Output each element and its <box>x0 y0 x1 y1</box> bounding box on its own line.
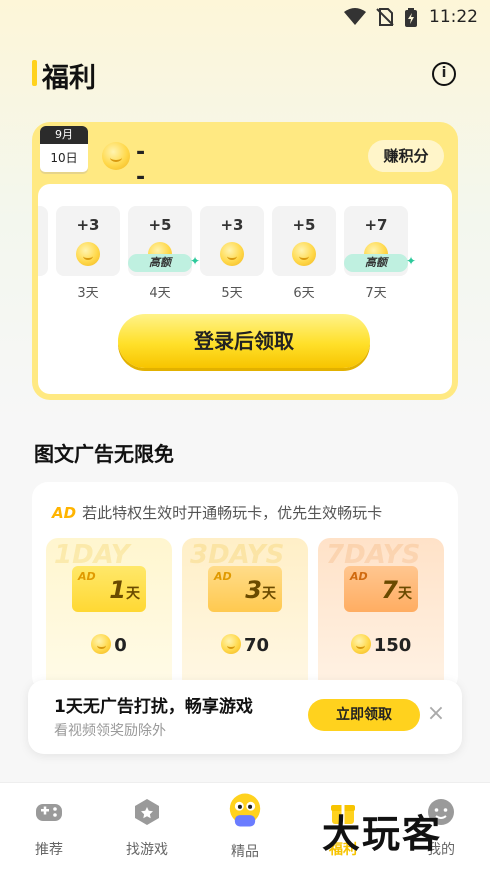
game-search-icon <box>135 799 159 825</box>
coin-icon <box>220 242 244 266</box>
claim-now-button[interactable]: 立即领取 <box>308 699 420 731</box>
ticket-ad-label: AD <box>214 570 232 583</box>
tab-find-games[interactable]: 找游戏 <box>107 797 187 859</box>
coin-icon <box>91 634 112 654</box>
watermark-logo: 大玩客 <box>322 812 443 856</box>
day-reward: +5 <box>292 216 316 234</box>
coin-icon <box>292 242 316 266</box>
calendar-day: 10日 <box>40 144 88 172</box>
signin-days: +2 2天 +3 3天 +5 高额 4天 +3 5天 +5 6天 +7 高额 7天 <box>38 206 452 306</box>
earn-points-button[interactable]: 赚积分 <box>368 140 444 172</box>
pass-unit: 天 <box>262 586 276 602</box>
ticket-ad-label: AD <box>78 570 96 583</box>
title-accent-bar <box>32 60 37 86</box>
calendar-month: 9月 <box>40 126 88 144</box>
day-label: 3天 <box>77 286 99 301</box>
day-label: 4天 <box>149 286 171 301</box>
coin-icon <box>76 242 100 266</box>
ad-ticket-icon: AD 1天 <box>72 566 146 612</box>
points-display: -- <box>102 140 145 190</box>
status-bar: 11:22 <box>0 0 490 34</box>
ad-ticket-icon: AD 3天 <box>208 566 282 612</box>
coin-icon <box>220 634 241 654</box>
pass-cost: 150 <box>318 634 444 656</box>
status-time: 11:22 <box>429 7 478 27</box>
ad-free-card: AD 若此特权生效时开通畅玩卡，优先生效畅玩卡 1DAY AD 1天 0 3DAY… <box>32 482 458 692</box>
page-header: 福利 i <box>32 56 462 94</box>
info-icon[interactable]: i <box>432 62 456 86</box>
close-icon[interactable]: × <box>424 702 448 726</box>
pass-cost: 0 <box>46 634 172 656</box>
day-label: 7天 <box>365 286 387 301</box>
high-reward-badge: 高额 <box>128 252 200 272</box>
gamepad-icon <box>36 804 62 821</box>
no-sim-icon <box>376 8 394 26</box>
pass-7-days[interactable]: 7DAYS AD 7天 150 <box>318 538 444 692</box>
day-label: 6天 <box>293 286 315 301</box>
calendar-icon: 9月 10日 <box>40 126 88 176</box>
ticket-ad-label: AD <box>350 570 368 583</box>
pass-duration: 3 <box>245 576 262 604</box>
ad-ticket-icon: AD 7天 <box>344 566 418 612</box>
page-title: 福利 <box>42 63 96 94</box>
mascot-icon <box>229 793 261 827</box>
signin-panel: +2 2天 +3 3天 +5 高额 4天 +3 5天 +5 6天 +7 高额 7天 <box>38 184 452 394</box>
day-reward: +3 <box>76 216 100 234</box>
promo-banner: 1天无广告打扰，畅享游戏 看视频领奖励除外 立即领取 × <box>28 680 462 754</box>
points-value: -- <box>136 140 146 190</box>
pass-unit: 天 <box>398 586 412 602</box>
tab-label: 推荐 <box>35 842 63 858</box>
tab-label: 精品 <box>231 844 259 860</box>
day-reward: +5 <box>148 216 172 234</box>
coin-icon <box>350 634 371 654</box>
signin-day: +7 高额 7天 <box>344 206 416 301</box>
day-reward: +3 <box>220 216 244 234</box>
bottom-tab-bar: 推荐 找游戏 精品 福利 我的 大玩客 <box>0 782 490 872</box>
battery-charging-icon <box>405 8 417 27</box>
pass-cost-value: 0 <box>114 635 127 656</box>
tab-label: 找游戏 <box>126 842 168 858</box>
pass-unit: 天 <box>126 586 140 602</box>
day-label: 2天 <box>38 282 48 301</box>
ad-note-text: 若此特权生效时开通畅玩卡，优先生效畅玩卡 <box>82 504 383 522</box>
ad-badge-icon: AD <box>52 504 77 522</box>
signin-day: +3 3天 <box>56 206 120 301</box>
signin-day: +3 5天 <box>200 206 264 301</box>
pass-duration: 1 <box>109 576 126 604</box>
signin-day: +5 6天 <box>272 206 336 301</box>
pass-1-day[interactable]: 1DAY AD 1天 0 <box>46 538 172 692</box>
ad-note: AD 若此特权生效时开通畅玩卡，优先生效畅玩卡 <box>52 502 382 523</box>
wifi-icon <box>344 8 366 25</box>
tab-recommend[interactable]: 推荐 <box>9 797 89 859</box>
coin-icon <box>102 142 130 170</box>
section-title-ad-free: 图文广告无限免 <box>34 442 174 466</box>
promo-title: 1天无广告打扰，畅享游戏 <box>54 697 253 717</box>
pass-cost-value: 150 <box>373 635 412 656</box>
pass-duration: 7 <box>381 576 398 604</box>
day-label: 5天 <box>221 286 243 301</box>
signin-day: +5 高额 4天 <box>128 206 200 301</box>
day-reward: +2 <box>38 216 48 234</box>
signin-card: 9月 10日 -- 赚积分 +2 2天 +3 3天 +5 高额 4天 +3 5天 <box>32 122 458 400</box>
day-reward: +7 <box>364 216 388 234</box>
high-reward-badge: 高额 <box>344 252 416 272</box>
pass-3-days[interactable]: 3DAYS AD 3天 70 <box>182 538 308 692</box>
signin-day: +2 2天 <box>38 206 48 301</box>
pass-cost: 70 <box>182 634 308 656</box>
promo-subtitle: 看视频领奖励除外 <box>54 723 166 739</box>
tab-featured[interactable]: 精品 <box>205 793 285 861</box>
pass-cost-value: 70 <box>243 635 270 656</box>
login-claim-button[interactable]: 登录后领取 <box>118 314 370 368</box>
